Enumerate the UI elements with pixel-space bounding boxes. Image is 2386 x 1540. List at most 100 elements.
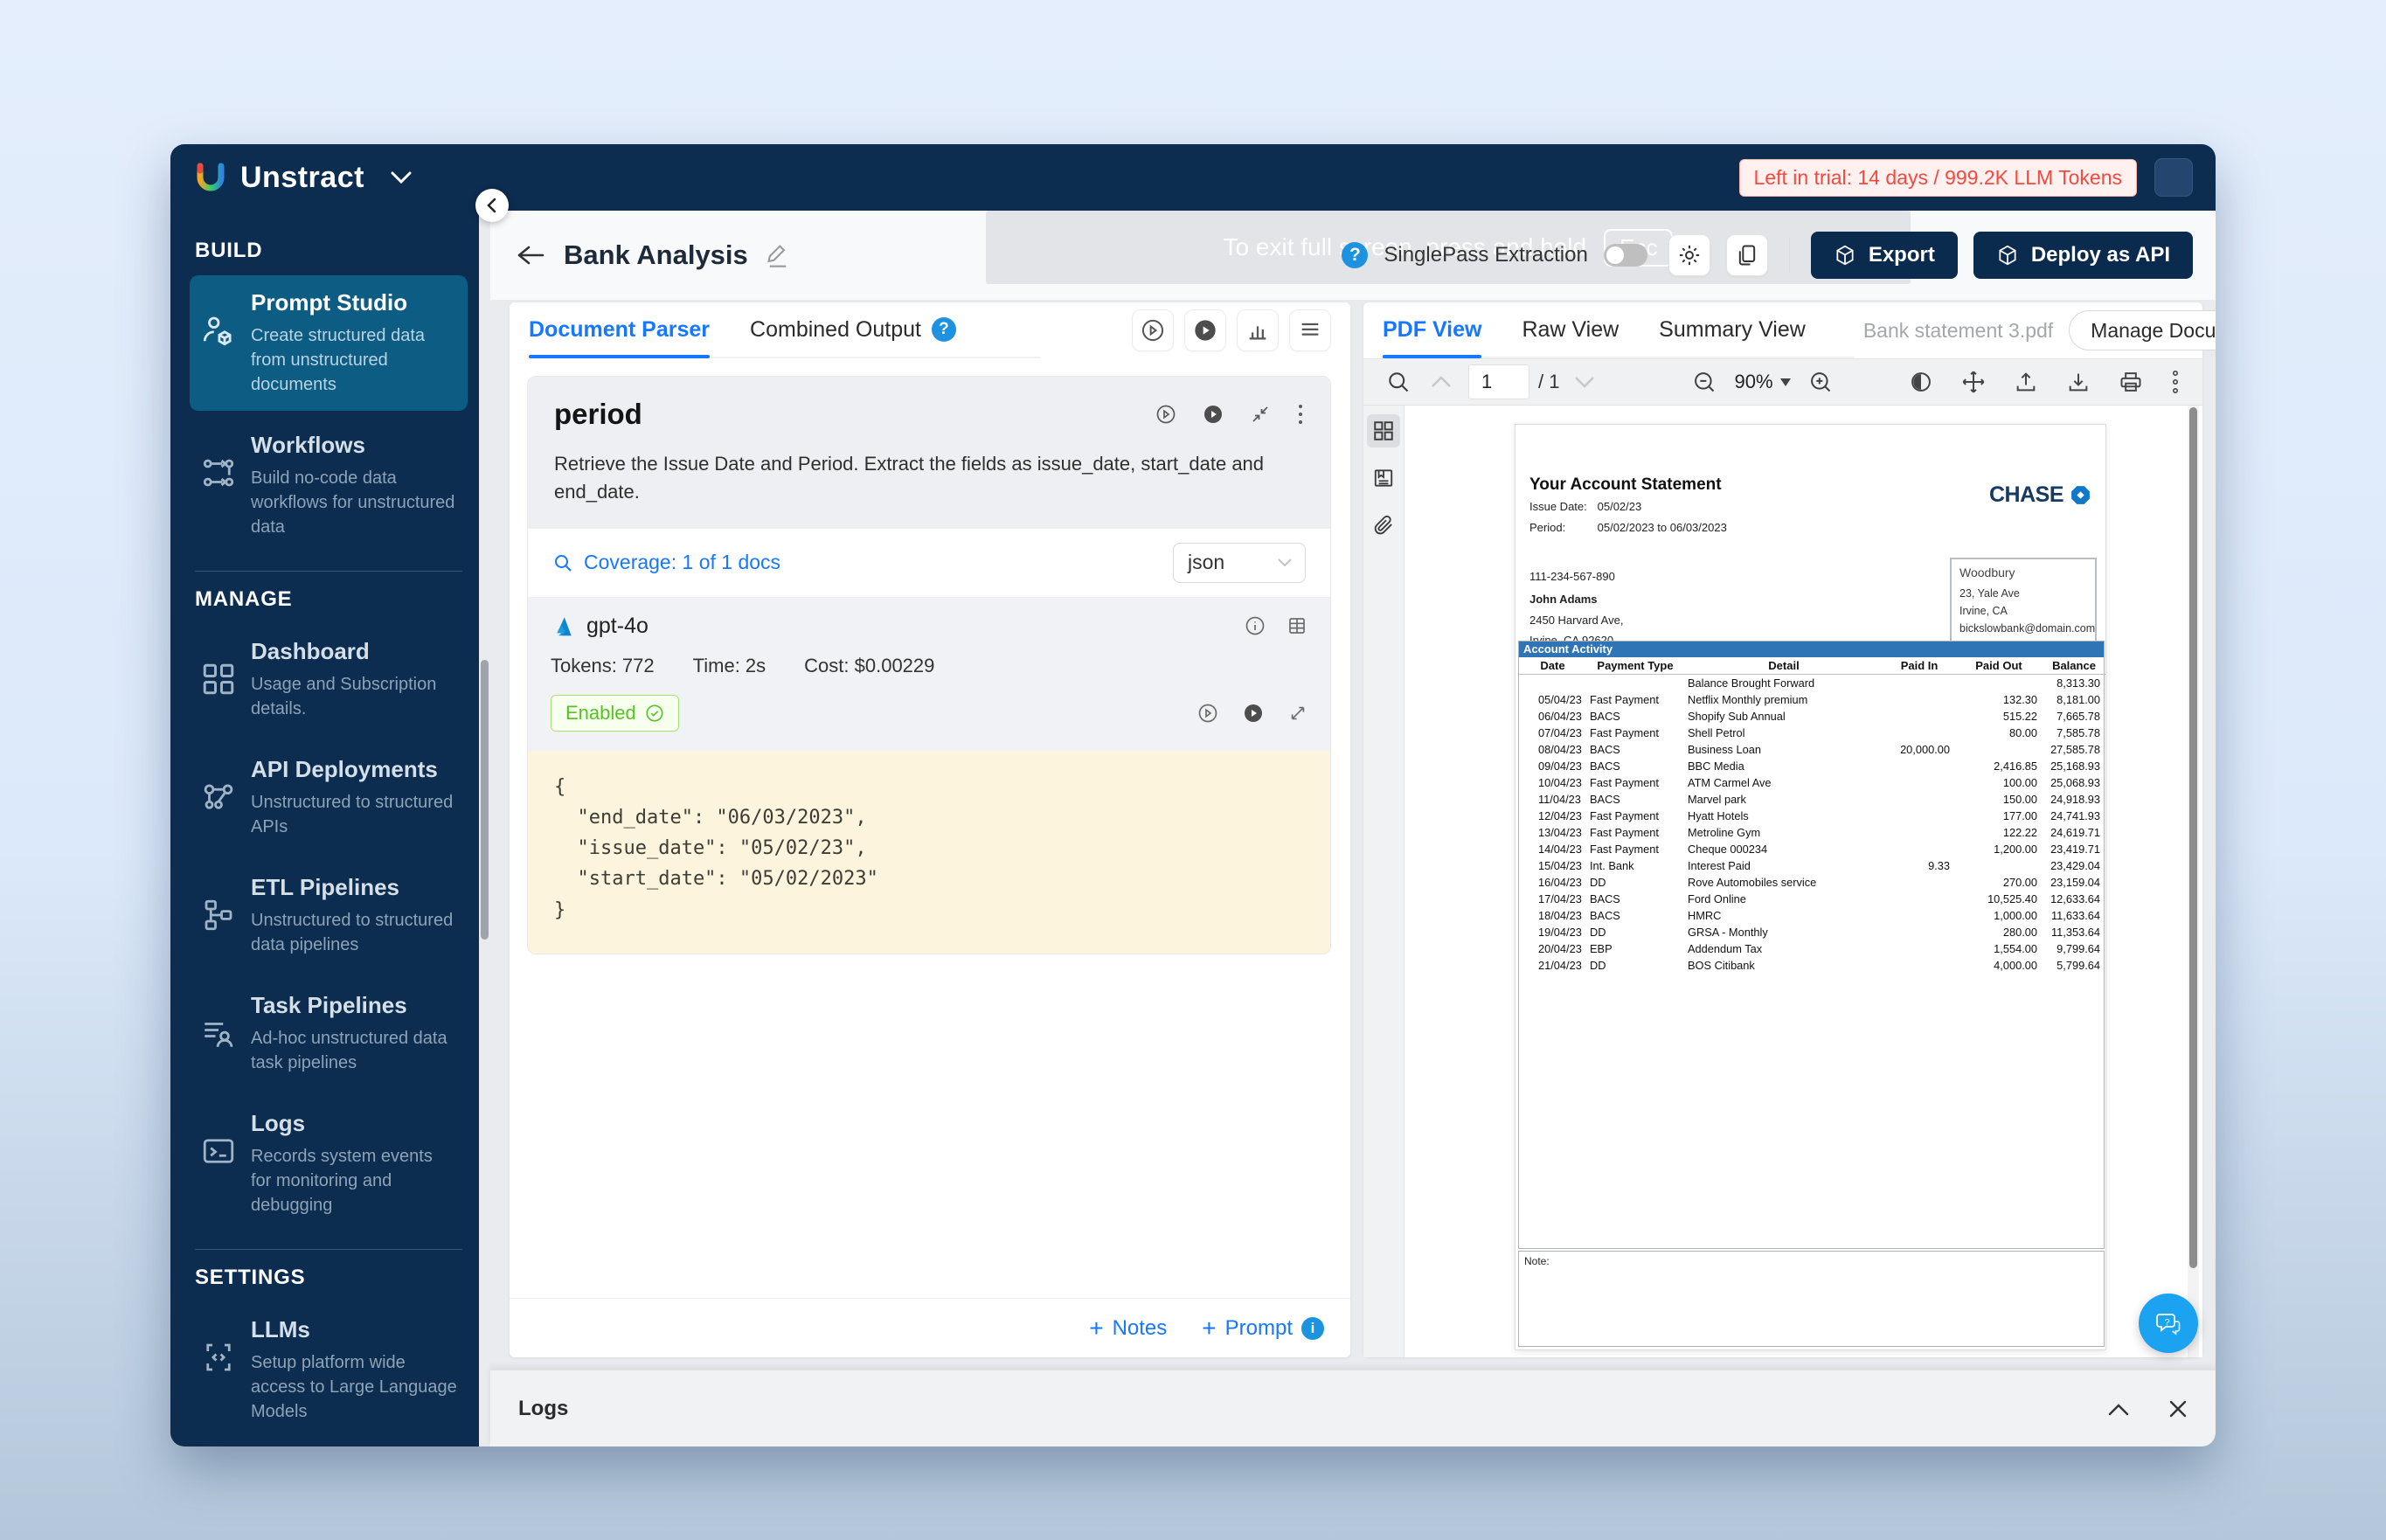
- model-name: gpt-4o: [586, 614, 649, 639]
- sidebar-item-prompt-studio[interactable]: Prompt Studio Create structured data fro…: [190, 275, 468, 411]
- sidebar-item-desc: Setup platform wide access to Large Lang…: [251, 1350, 457, 1424]
- account-activity-table: Account Activity Date Payment Type De: [1518, 641, 2105, 1249]
- sidebar-item-desc: Unstructured to structured data pipeline…: [251, 908, 457, 957]
- combined-output-help-icon[interactable]: ?: [932, 317, 956, 342]
- pdf-sidebar-strip: [1363, 406, 1405, 1357]
- settings-button[interactable]: [1668, 234, 1710, 276]
- brand[interactable]: Unstract: [193, 160, 412, 195]
- brand-name: Unstract: [240, 161, 364, 195]
- sidebar-item-vector-dbs[interactable]: Vector DBs Setup platform wide access to…: [190, 1445, 468, 1446]
- sidebar-item-workflows[interactable]: Workflows Build no-code data workflows f…: [190, 418, 468, 553]
- run-all-filled-button[interactable]: [1184, 309, 1226, 351]
- manage-documents-button[interactable]: Manage Documents: [2069, 310, 2216, 350]
- paperclip-icon: [1372, 514, 1395, 537]
- more-options-icon[interactable]: [2171, 369, 2180, 395]
- sidebar-item-desc: Records system events for monitoring and…: [251, 1144, 457, 1217]
- sidebar-item-api-deployments[interactable]: API Deployments Unstructured to structur…: [190, 742, 468, 853]
- kebab-menu-icon[interactable]: [1297, 403, 1304, 426]
- model-run-filled-icon[interactable]: [1243, 703, 1264, 724]
- singlepass-label: SinglePass Extraction: [1384, 243, 1587, 267]
- sidebar-collapse-button[interactable]: [475, 189, 509, 222]
- prompt-run-filled-icon[interactable]: [1203, 404, 1224, 425]
- collapse-icon[interactable]: [1250, 404, 1271, 425]
- deploy-as-api-button[interactable]: Deploy as API: [1973, 232, 2193, 279]
- expand-logs-icon[interactable]: [2107, 1402, 2130, 1416]
- status-badge[interactable]: Enabled: [551, 695, 679, 732]
- tab-raw-view[interactable]: Raw View: [1522, 302, 1619, 357]
- sidebar-item-dashboard[interactable]: Dashboard Usage and Subscription details…: [190, 624, 468, 735]
- attachments-button[interactable]: [1367, 509, 1400, 542]
- singlepass-toggle[interactable]: [1604, 244, 1647, 267]
- prompt-info-icon[interactable]: i: [1301, 1317, 1324, 1340]
- outline-button[interactable]: [1367, 461, 1400, 495]
- output-format-select[interactable]: json: [1173, 543, 1306, 583]
- zoom-out-icon[interactable]: [1692, 370, 1717, 394]
- tab-document-parser[interactable]: Document Parser: [529, 302, 710, 357]
- prompt-card-header: period: [528, 377, 1330, 529]
- sidebar-item-desc: Build no-code data workflows for unstruc…: [251, 466, 457, 539]
- run-all-button[interactable]: [1132, 309, 1174, 351]
- logs-bar: Logs: [490, 1370, 2216, 1446]
- zoom-in-icon[interactable]: [1808, 370, 1833, 394]
- stats-button[interactable]: [1237, 309, 1279, 351]
- sidebar-item-logs[interactable]: Logs Records system events for monitorin…: [190, 1096, 468, 1231]
- list-view-button[interactable]: [1289, 309, 1331, 351]
- pdf-search-icon[interactable]: [1386, 370, 1411, 394]
- pan-icon[interactable]: [1961, 370, 1986, 394]
- sidebar-item-llms[interactable]: LLMs Setup platform wide access to Large…: [190, 1302, 468, 1438]
- pdf-page: Your Account Statement Issue Date: 05/02…: [1515, 424, 2106, 1350]
- address-line1: 2450 Harvard Ave,: [1529, 614, 1623, 627]
- sidebar-item-task-pipelines[interactable]: Task Pipelines Ad-hoc unstructured data …: [190, 978, 468, 1089]
- sidebar-item-desc: Ad-hoc unstructured data task pipelines: [251, 1026, 457, 1075]
- expand-icon[interactable]: [1288, 704, 1307, 723]
- chevron-down-icon[interactable]: [391, 171, 412, 184]
- table-icon[interactable]: [1287, 615, 1307, 636]
- prompt-run-icon[interactable]: [1155, 404, 1176, 425]
- tab-pdf-view[interactable]: PDF View: [1383, 302, 1481, 357]
- close-logs-icon[interactable]: [2168, 1399, 2188, 1419]
- chat-question-icon: ?: [2151, 1306, 2186, 1341]
- thumbnails-button[interactable]: [1367, 414, 1400, 447]
- branch-box: Woodbury 23, Yale Ave Irvine, CA bickslo…: [1950, 558, 2097, 642]
- table-row: 10/04/23 Fast Payment ATM Carmel Ave 100…: [1519, 774, 2105, 791]
- theme-icon[interactable]: [1909, 370, 1933, 394]
- sidebar-section-settings: SETTINGS: [195, 1266, 462, 1290]
- download-icon[interactable]: [2066, 370, 2091, 394]
- copy-button[interactable]: [1726, 234, 1768, 276]
- page-title: Bank Analysis: [564, 239, 748, 271]
- zoom-level-select[interactable]: 90%: [1734, 371, 1790, 393]
- model-run-icon[interactable]: [1197, 703, 1218, 724]
- sidebar-scrollbar-thumb[interactable]: [481, 660, 489, 940]
- next-page-icon[interactable]: [1573, 375, 1596, 389]
- sidebar-item-label: Dashboard: [251, 638, 457, 665]
- sidebar-item-etl-pipelines[interactable]: ETL Pipelines Unstructured to structured…: [190, 860, 468, 971]
- prev-page-icon[interactable]: [1430, 375, 1453, 389]
- print-icon[interactable]: [2119, 370, 2143, 394]
- export-button[interactable]: Export: [1811, 232, 1958, 279]
- add-notes-button[interactable]: + Notes: [1089, 1316, 1167, 1341]
- info-circle-icon[interactable]: [1245, 615, 1266, 636]
- pdf-scrollbar-thumb[interactable]: [2189, 407, 2197, 1268]
- tab-combined-output[interactable]: Combined Output ?: [750, 302, 956, 357]
- singlepass-help-icon[interactable]: ?: [1342, 242, 1368, 268]
- table-row: 07/04/23 Fast Payment Shell Petrol 80.00…: [1519, 725, 2105, 741]
- coverage-link[interactable]: Coverage: 1 of 1 docs: [552, 551, 780, 574]
- tokens-value: Tokens: 772: [551, 655, 655, 677]
- sidebar-item-label: Prompt Studio: [251, 289, 457, 316]
- help-chat-button[interactable]: ?: [2139, 1294, 2198, 1353]
- table-header-row: Date Payment Type Detail Paid In Paid Ou…: [1519, 657, 2105, 675]
- document-name: Bank statement 3.pdf: [1863, 319, 2053, 343]
- account-number: 111-234-567-890: [1529, 570, 1615, 583]
- page-number-input[interactable]: 1: [1468, 364, 1529, 399]
- upload-icon[interactable]: [2014, 370, 2038, 394]
- avatar[interactable]: [2154, 158, 2193, 197]
- chase-logo: CHASE: [1989, 482, 2091, 508]
- prompt-studio-icon: [200, 289, 237, 397]
- app-window: Unstract Left in trial: 14 days / 999.2K…: [170, 144, 2216, 1446]
- table-row: 11/04/23 BACS Marvel park 150.00 24,918.…: [1519, 791, 2105, 808]
- copy-icon: [1735, 243, 1759, 267]
- tab-summary-view[interactable]: Summary View: [1659, 302, 1806, 357]
- back-button[interactable]: [513, 238, 548, 273]
- edit-title-icon[interactable]: [766, 242, 790, 268]
- add-prompt-button[interactable]: + Prompt i: [1202, 1316, 1324, 1341]
